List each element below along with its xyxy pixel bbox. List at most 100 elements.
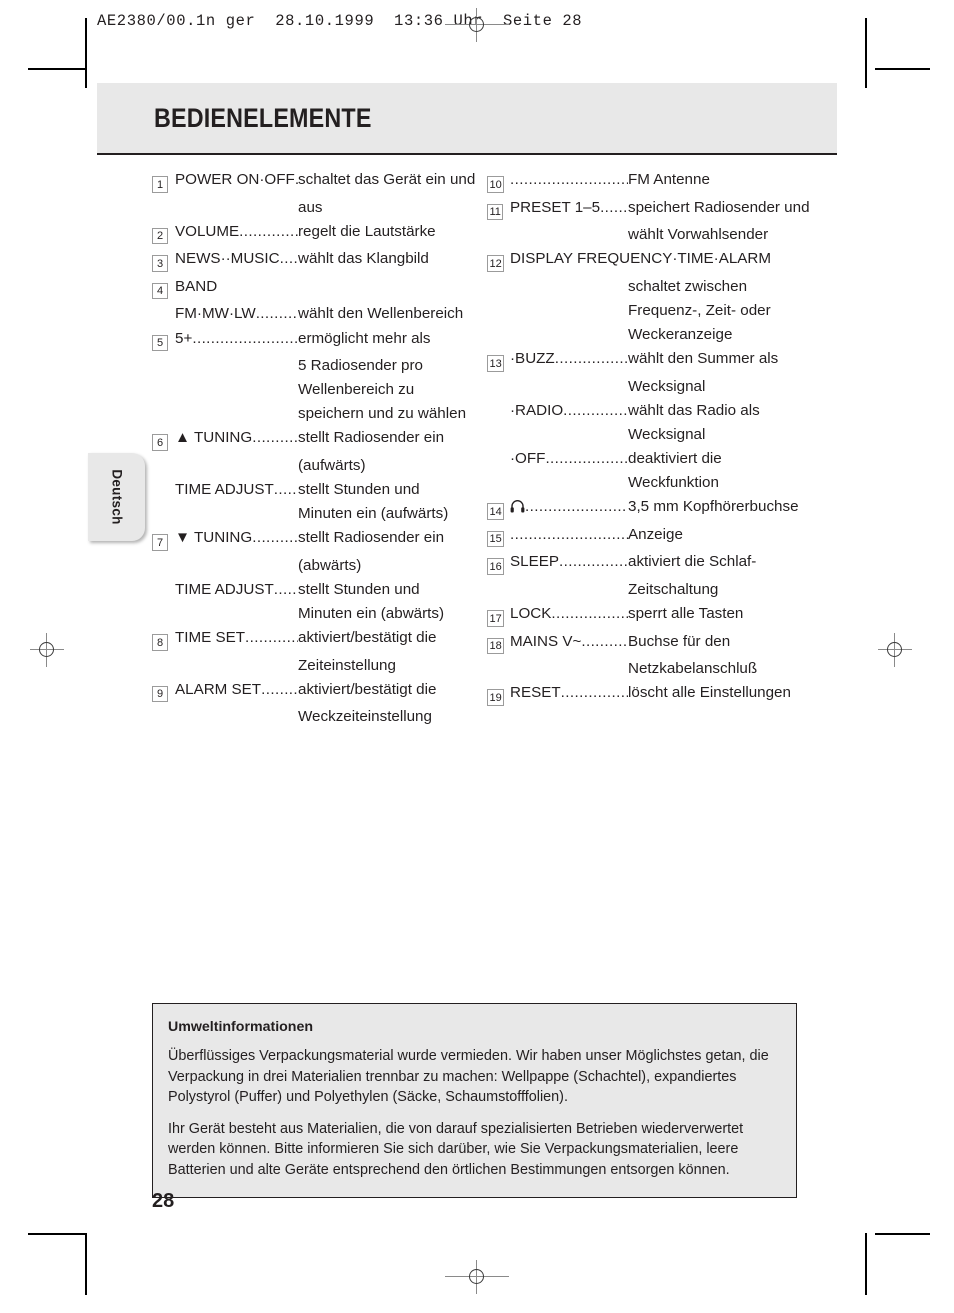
control-description: Buchse für den [628,632,731,650]
control-term: ·RADIO [510,401,564,419]
dot-leader: ......... [600,198,628,216]
control-description-continuation: 5 Radiosender pro [298,357,423,375]
language-tab-deutsch: Deutsch [88,453,145,541]
control-description: deaktiviert die [628,450,722,468]
crop-mark-top-right-vertical [865,18,867,88]
control-list-item: 5 5+........................ ermöglicht me… [152,327,492,355]
control-number-cell: 9 [152,678,175,706]
dot-leader: ............................ [510,171,628,188]
control-number-cell-spacer [487,399,510,403]
control-list-item: 19 RESET..................löscht alle Ein… [487,681,832,709]
page-title-band: BEDIENELEMENTE [97,83,837,155]
control-list-item: 11 PRESET 1–5.........speichert Radiosend… [487,196,832,224]
control-list-subitem: TIME ADJUST......stellt Stunden und [152,478,492,502]
control-description: stellt Radiosender ein [298,529,445,547]
crop-mark-bottom-right-vertical [865,1233,867,1295]
control-list-item: 4 BAND [152,275,492,303]
control-number-cell: 4 [152,275,175,303]
page-number: 28 [152,1190,175,1212]
control-number-badge: 14 [487,503,505,520]
control-number-badge: 2 [152,227,168,245]
control-description-continuation: schaltet zwischen [628,277,748,295]
control-term: 5+ [175,329,193,347]
control-number-badge: 7 [152,534,168,551]
headphone-icon [510,497,525,521]
control-number-badge: 6 [152,434,168,451]
dot-leader: ........... [581,632,628,650]
control-number-cell: 7 [152,526,175,554]
control-number-cell: 6 [152,426,175,454]
control-number-cell-spacer [152,302,175,306]
control-term: ·OFF [510,450,546,468]
control-description: stellt Stunden und [298,581,420,598]
crop-mark-top-left-horizontal [28,68,85,70]
control-description: 3,5 mm Kopfhörerbuchse [628,498,799,516]
control-term: POWER ON·OFF [175,171,295,188]
control-description: aktiviert/bestätigt die [298,680,437,698]
control-number-cell-spacer [487,447,510,451]
control-number-cell: 1 [152,168,175,196]
control-list-item: 2 VOLUME...............regelt die Lautstä… [152,220,492,248]
registration-mark-right [878,633,912,667]
control-description-continuation: Netzkabelanschluß [628,660,758,678]
control-description: regelt die Lautstärke [298,222,436,240]
control-description-continuation: Frequenz-, Zeit- oder [628,301,771,319]
control-number-badge: 5 [152,334,168,352]
control-list-item: 1POWER ON·OFF...schaltet das Gerät ein u… [152,168,492,196]
control-term: TIME SET [175,629,246,647]
control-term: BAND [175,277,218,295]
dot-leader: ...... [273,581,298,598]
control-term [510,495,525,521]
control-description-continuation: wählt Vorwahlsender [628,226,769,244]
control-list-item: 9 ALARM SET..........aktiviert/bestätigt … [152,678,492,706]
crop-mark-bottom-right-horizontal [875,1233,930,1235]
control-list-item: 14.........................3,5 mm Kopfhö… [487,495,832,523]
control-description-continuation: Wecksignal [628,425,706,443]
control-description-continuation: Weckeranzeige [628,326,733,344]
control-number-cell: 5 [152,327,175,355]
control-description: wählt den Summer als [628,350,779,368]
control-description: wählt das Klangbild [298,250,429,268]
control-number-cell: 19 [487,681,510,709]
registration-mark-bottom-center [445,1260,524,1294]
dot-leader: ................... [554,350,628,368]
dot-leader: .................... [551,605,628,623]
control-description: sperrt alle Tasten [628,605,744,623]
control-term: DISPLAY FREQUENCY·TIME·ALARM [510,250,772,268]
control-term: MAINS V~ [510,632,582,650]
control-description: Anzeige [628,525,683,543]
control-number-badge: 13 [487,355,505,372]
control-list-item: 17 LOCK....................sperrt alle Ta… [487,602,832,630]
control-description-continuation: Wellenbereich zu [298,381,415,399]
control-term: ALARM SET [175,680,262,698]
control-list-item: 15............................ Anzeige [487,523,832,551]
control-number-cell-spacer [152,478,175,482]
control-description: speichert Radiosender und [628,198,810,216]
control-description: löscht alle Einstellungen [628,684,791,702]
controls-column-right: 10............................ FM Antenne… [487,168,832,709]
control-number-cell: 13 [487,347,510,375]
language-tab-label: Deutsch [109,469,124,525]
dot-leader: .................. [560,684,628,702]
control-list-item: 8 TIME SET.............aktiviert/bestätig… [152,626,492,654]
control-list-item: 18 MAINS V~........... Buchse für den [487,630,832,658]
control-term: PRESET 1–5 [510,198,601,216]
dot-leader: ................... [558,553,628,571]
control-description-continuation: speichern und zu wählen [298,405,467,423]
control-number-badge: 16 [487,558,505,575]
dot-leader: .......... [255,305,298,323]
control-number-badge: 4 [152,282,168,300]
control-number-cell: 2 [152,220,175,248]
control-number-badge: 8 [152,634,168,651]
control-description-continuation: Zeiteinstellung [298,656,396,674]
dot-leader: ........... [252,429,298,447]
control-number-cell: 15 [487,523,510,551]
control-number-cell: 11 [487,196,510,224]
control-term: RESET [510,684,561,702]
control-number-badge: 18 [487,637,505,655]
crop-mark-bottom-left-vertical [85,1233,87,1295]
page-title: BEDIENELEMENTE [154,103,372,134]
control-description: wählt den Wellenbereich [298,305,464,323]
triangle-up-icon: ▲ TUNING [175,429,253,447]
crop-mark-top-left-vertical [85,18,87,88]
